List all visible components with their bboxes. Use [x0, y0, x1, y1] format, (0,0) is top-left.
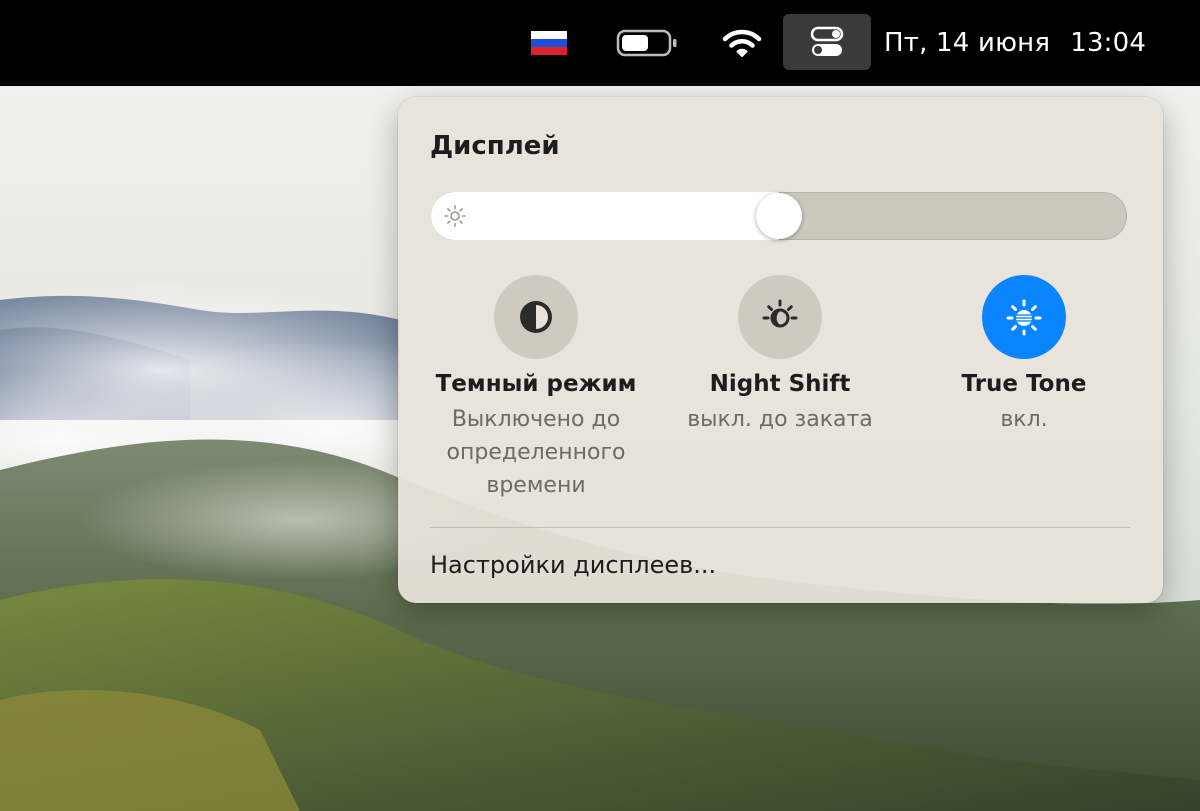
menu-bar: Пт, 14 июня 13:04 [0, 0, 1200, 86]
display-control-panel: Дисплей Темный режим Выключено до опреде… [398, 97, 1163, 603]
dark-mode-status: Выключено до определенного времени [446, 407, 626, 498]
night-shift-toggle[interactable]: Night Shift выкл. до заката [660, 275, 900, 436]
night-shift-icon [762, 299, 798, 328]
wifi-menu[interactable] [718, 0, 766, 86]
dark-mode-button[interactable] [494, 275, 578, 359]
wifi-icon [722, 29, 762, 57]
true-tone-toggle[interactable]: True Tone вкл. [904, 275, 1144, 436]
russian-flag-icon [531, 31, 567, 55]
true-tone-status: вкл. [1000, 407, 1048, 432]
night-shift-status: выкл. до заката [687, 407, 873, 432]
sun-small-icon [444, 205, 466, 227]
panel-divider [430, 527, 1130, 528]
menu-bar-clock[interactable]: Пт, 14 июня 13:04 [884, 0, 1174, 86]
true-tone-title: True Tone [961, 371, 1087, 397]
night-shift-button[interactable] [738, 275, 822, 359]
brightness-slider-knob[interactable] [756, 193, 802, 239]
display-settings-link[interactable]: Настройки дисплеев... [430, 551, 716, 579]
panel-title: Дисплей [430, 131, 560, 161]
desktop: Пт, 14 июня 13:04 Дисплей Темный режим В… [0, 0, 1200, 811]
control-center-button[interactable] [783, 14, 871, 70]
menu-bar-time: 13:04 [1070, 28, 1147, 58]
battery-icon [616, 29, 677, 57]
control-center-toggles-icon [810, 26, 844, 56]
night-shift-title: Night Shift [709, 371, 851, 397]
menu-bar-date: Пт, 14 июня [884, 28, 1051, 58]
dark-mode-icon [520, 301, 552, 333]
input-source-menu[interactable] [531, 0, 567, 86]
brightness-slider-fill [431, 192, 779, 240]
dark-mode-title: Темный режим [435, 371, 637, 397]
true-tone-button[interactable] [982, 275, 1066, 359]
dark-mode-toggle[interactable]: Темный режим Выключено до определенного … [416, 275, 656, 502]
battery-menu[interactable] [614, 0, 680, 86]
true-tone-icon [1006, 299, 1042, 336]
